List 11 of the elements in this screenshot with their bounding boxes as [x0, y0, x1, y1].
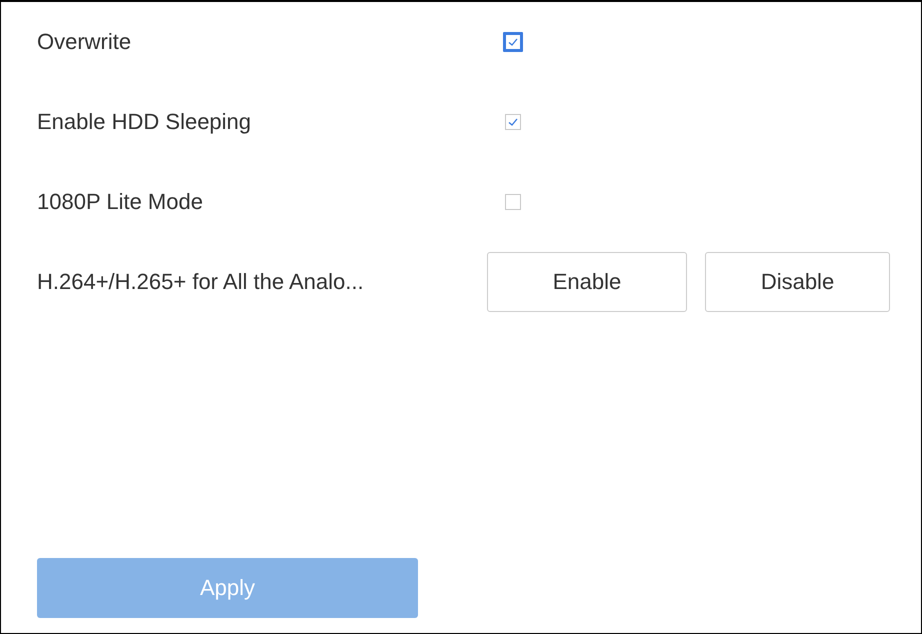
- check-icon: [507, 116, 519, 128]
- disable-button[interactable]: Disable: [705, 252, 890, 312]
- setting-label: Overwrite: [37, 29, 132, 55]
- setting-label: H.264+/H.265+ for All the Analo...: [37, 269, 365, 295]
- setting-label: Enable HDD Sleeping: [37, 109, 252, 135]
- checkbox[interactable]: [505, 194, 521, 210]
- enable-button[interactable]: Enable: [487, 252, 687, 312]
- setting-label: 1080P Lite Mode: [37, 189, 204, 215]
- checkbox[interactable]: [505, 114, 521, 130]
- check-icon: [507, 36, 519, 48]
- checkbox[interactable]: [505, 34, 521, 50]
